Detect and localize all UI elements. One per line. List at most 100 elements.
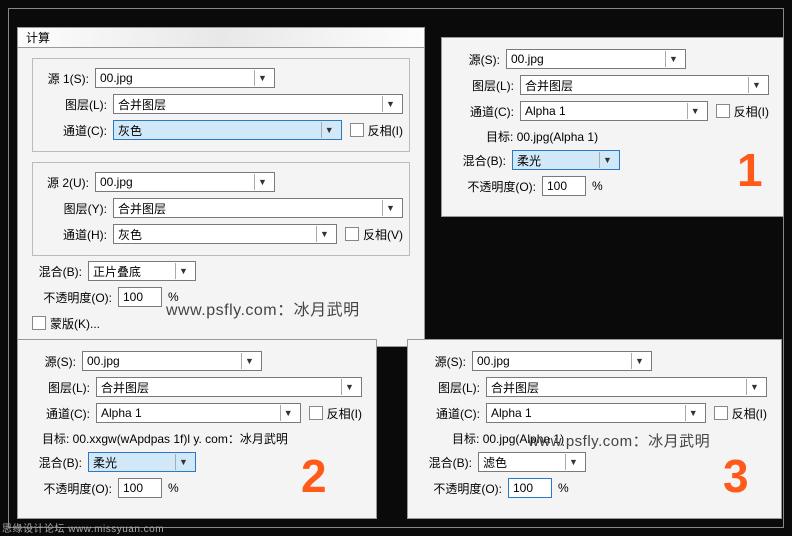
mask-checkbox[interactable] [32, 316, 46, 330]
chevron-down-icon: ▼ [175, 263, 191, 279]
mask-label: 蒙版(K)... [50, 315, 100, 332]
source1-file-combo[interactable]: 00.jpg ▼ [95, 68, 275, 88]
invert2-checkbox[interactable] [345, 227, 359, 241]
layer-label: 图层(L): [422, 379, 486, 396]
source1-channel-value: 灰色 [118, 122, 142, 139]
opacity-input[interactable]: 100 [118, 287, 162, 307]
p3-blend-combo[interactable]: 滤色 ▼ [478, 452, 586, 472]
target-row: 目标: 00.jpg(Alpha 1) [486, 128, 783, 145]
chevron-down-icon: ▼ [382, 200, 398, 216]
p2-blend-combo[interactable]: 柔光 ▼ [88, 452, 196, 472]
percent-label: % [168, 481, 179, 495]
layer2-label: 图层(Y): [39, 200, 113, 217]
blend-label: 混合(B): [422, 454, 478, 471]
chevron-down-icon: ▼ [599, 152, 615, 168]
source2-layer-combo[interactable]: 合并图层 ▼ [113, 198, 403, 218]
channel-label: 通道(C): [422, 405, 486, 422]
source1-channel-combo[interactable]: 灰色 ▼ [113, 120, 342, 140]
source2-group: 源 2(U): 00.jpg ▼ 图层(Y): 合并图层 ▼ 通道(H): 灰色… [32, 162, 410, 256]
calc-panel-2: 源(S): 00.jpg ▼ 图层(L): 合并图层 ▼ 通道(C): Alph… [17, 339, 377, 519]
blend-label: 混合(B): [32, 454, 88, 471]
percent-label: % [168, 290, 179, 304]
invert1-checkbox[interactable] [350, 123, 364, 137]
target-row: 目标: 00.jpg(Alpha 1) [452, 430, 781, 447]
invert-label: 反相(I) [734, 103, 769, 120]
p1-layer-combo[interactable]: 合并图层 ▼ [520, 75, 769, 95]
chevron-down-icon: ▼ [254, 70, 270, 86]
p2-channel-combo[interactable]: Alpha 1 ▼ [96, 403, 301, 423]
percent-label: % [558, 481, 569, 495]
p2-opacity-input[interactable]: 100 [118, 478, 162, 498]
blend-label: 混合(B): [32, 263, 88, 280]
source2-channel-value: 灰色 [118, 226, 142, 243]
p2-layer-combo[interactable]: 合并图层 ▼ [96, 377, 362, 397]
p3-source-combo[interactable]: 00.jpg ▼ [472, 351, 652, 371]
source2-label: 源 2(U): [39, 174, 95, 191]
layer-label: 图层(L): [39, 96, 113, 113]
target-label: 目标: [452, 432, 479, 446]
opacity-label: 不透明度(O): [32, 480, 118, 497]
chevron-down-icon: ▼ [341, 379, 357, 395]
calc-panel-3: 源(S): 00.jpg ▼ 图层(L): 合并图层 ▼ 通道(C): Alph… [407, 339, 782, 519]
calc-dialog-main: 源 1(S): 00.jpg ▼ 图层(L): 合并图层 ▼ 通道(C): 灰色… [17, 47, 425, 347]
layer-label: 图层(L): [456, 77, 520, 94]
chevron-down-icon: ▼ [254, 174, 270, 190]
invert2-label: 反相(V) [363, 226, 403, 243]
source-label: 源(S): [422, 353, 472, 370]
chevron-down-icon: ▼ [687, 103, 703, 119]
channel2-label: 通道(H): [39, 226, 113, 243]
p3-layer-combo[interactable]: 合并图层 ▼ [486, 377, 767, 397]
p1-opacity-input[interactable]: 100 [542, 176, 586, 196]
p3-opacity-input[interactable]: 100 [508, 478, 552, 498]
footer-watermark: 思缘设计论坛 www.missyuan.com [2, 520, 164, 535]
chevron-down-icon: ▼ [746, 379, 762, 395]
chevron-down-icon: ▼ [631, 353, 647, 369]
chevron-down-icon: ▼ [685, 405, 701, 421]
target-watermark-row: 目标: 00.xxgw(wApdpas 1f)l y. com：冰月武明 [42, 430, 376, 447]
target-label: 目标: [486, 130, 513, 144]
p3-invert-checkbox[interactable] [714, 406, 728, 420]
source1-label: 源 1(S): [39, 70, 95, 87]
chevron-down-icon: ▼ [565, 454, 581, 470]
chevron-down-icon: ▼ [175, 454, 191, 470]
target-value: 00.jpg(Alpha 1) [483, 432, 564, 446]
p2-blend-value: 柔光 [93, 454, 117, 471]
source2-file-combo[interactable]: 00.jpg ▼ [95, 172, 275, 192]
percent-label: % [592, 179, 603, 193]
p1-invert-checkbox[interactable] [716, 104, 730, 118]
source2-file-value: 00.jpg [100, 175, 133, 189]
source1-layer-value: 合并图层 [118, 96, 166, 113]
p1-blend-value: 柔光 [517, 152, 541, 169]
source1-file-value: 00.jpg [100, 71, 133, 85]
chevron-down-icon: ▼ [665, 51, 681, 67]
chevron-down-icon: ▼ [280, 405, 296, 421]
canvas-frame: 计算 源 1(S): 00.jpg ▼ 图层(L): 合并图层 ▼ 通道(C): [8, 8, 784, 528]
dialog-title: 计算 [26, 31, 50, 45]
calc-panel-1: 源(S): 00.jpg ▼ 图层(L): 合并图层 ▼ 通道(C): Alph… [441, 37, 784, 217]
channel-label: 通道(C): [32, 405, 96, 422]
layer-label: 图层(L): [32, 379, 96, 396]
p1-blend-combo[interactable]: 柔光 ▼ [512, 150, 620, 170]
target-value: 00.jpg(Alpha 1) [517, 130, 598, 144]
blend-combo[interactable]: 正片叠底 ▼ [88, 261, 196, 281]
p2-invert-checkbox[interactable] [309, 406, 323, 420]
invert1-label: 反相(I) [368, 122, 403, 139]
p2-source-combo[interactable]: 00.jpg ▼ [82, 351, 262, 371]
invert-label: 反相(I) [327, 405, 362, 422]
channel-label: 通道(C): [456, 103, 520, 120]
source2-channel-combo[interactable]: 灰色 ▼ [113, 224, 337, 244]
source-label: 源(S): [32, 353, 82, 370]
opacity-label: 不透明度(O): [32, 289, 118, 306]
p1-source-combo[interactable]: 00.jpg ▼ [506, 49, 686, 69]
source1-layer-combo[interactable]: 合并图层 ▼ [113, 94, 403, 114]
source1-group: 源 1(S): 00.jpg ▼ 图层(L): 合并图层 ▼ 通道(C): 灰色… [32, 58, 410, 152]
chevron-down-icon: ▼ [382, 96, 398, 112]
blend-value: 正片叠底 [93, 263, 141, 280]
opacity-label: 不透明度(O): [422, 480, 508, 497]
chevron-down-icon: ▼ [316, 226, 332, 242]
p3-channel-combo[interactable]: Alpha 1 ▼ [486, 403, 706, 423]
p1-channel-combo[interactable]: Alpha 1 ▼ [520, 101, 708, 121]
source-label: 源(S): [456, 51, 506, 68]
p3-blend-value: 滤色 [483, 454, 507, 471]
chevron-down-icon: ▼ [748, 77, 764, 93]
